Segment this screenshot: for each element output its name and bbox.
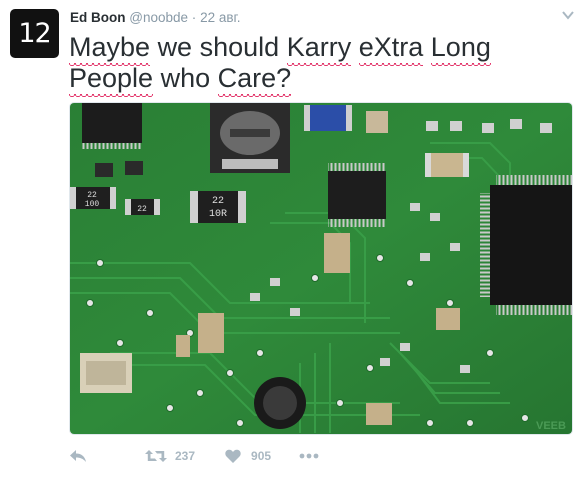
- retweet-button[interactable]: 237: [145, 449, 195, 463]
- tweet-actions: 237 905: [69, 444, 319, 468]
- tweet-word: Maybe: [69, 32, 151, 62]
- tweet-date[interactable]: 22 авг.: [200, 10, 240, 25]
- component-label: 22: [212, 196, 224, 207]
- tweet-word: Long: [430, 32, 491, 62]
- tweet-word: Care?: [217, 63, 292, 93]
- tweet-word: who: [160, 63, 211, 93]
- tweet-media-image[interactable]: 22 100 22 22 10R VEEB: [69, 102, 573, 435]
- header-separator: ·: [191, 10, 197, 25]
- chevron-down-icon[interactable]: [562, 10, 574, 20]
- component-label: 10R: [209, 209, 227, 220]
- tweet-word: Karry: [286, 32, 352, 62]
- like-count: 905: [251, 449, 272, 463]
- component-label: 22: [87, 191, 97, 200]
- reply-icon: [70, 450, 86, 462]
- retweet-count: 237: [175, 449, 196, 463]
- more-button[interactable]: [299, 453, 319, 459]
- heart-icon: [225, 449, 241, 463]
- like-button[interactable]: 905: [225, 449, 271, 463]
- tweet-header: Ed Boon @noobde · 22 авг.: [70, 9, 241, 26]
- author-avatar[interactable]: 12: [10, 9, 59, 58]
- tweet-word: People: [69, 63, 154, 93]
- tweet-word: should: [199, 32, 280, 62]
- image-watermark: VEEB: [536, 420, 566, 432]
- component-label: 100: [85, 200, 100, 209]
- component-label: 22: [137, 205, 147, 214]
- reply-button[interactable]: [69, 449, 87, 463]
- avatar-text: 12: [18, 18, 51, 49]
- tweet-word: we: [157, 32, 193, 62]
- author-handle[interactable]: @noobde: [129, 10, 188, 25]
- more-dots-icon: [299, 453, 319, 459]
- circuit-board-image: 22 100 22 22 10R VEEB: [70, 103, 572, 434]
- retweet-icon: [145, 450, 167, 462]
- tweet-text: Maybe we should Karry eXtra Long People …: [69, 32, 579, 94]
- author-name[interactable]: Ed Boon: [70, 10, 126, 25]
- tweet-word: eXtra: [358, 32, 424, 62]
